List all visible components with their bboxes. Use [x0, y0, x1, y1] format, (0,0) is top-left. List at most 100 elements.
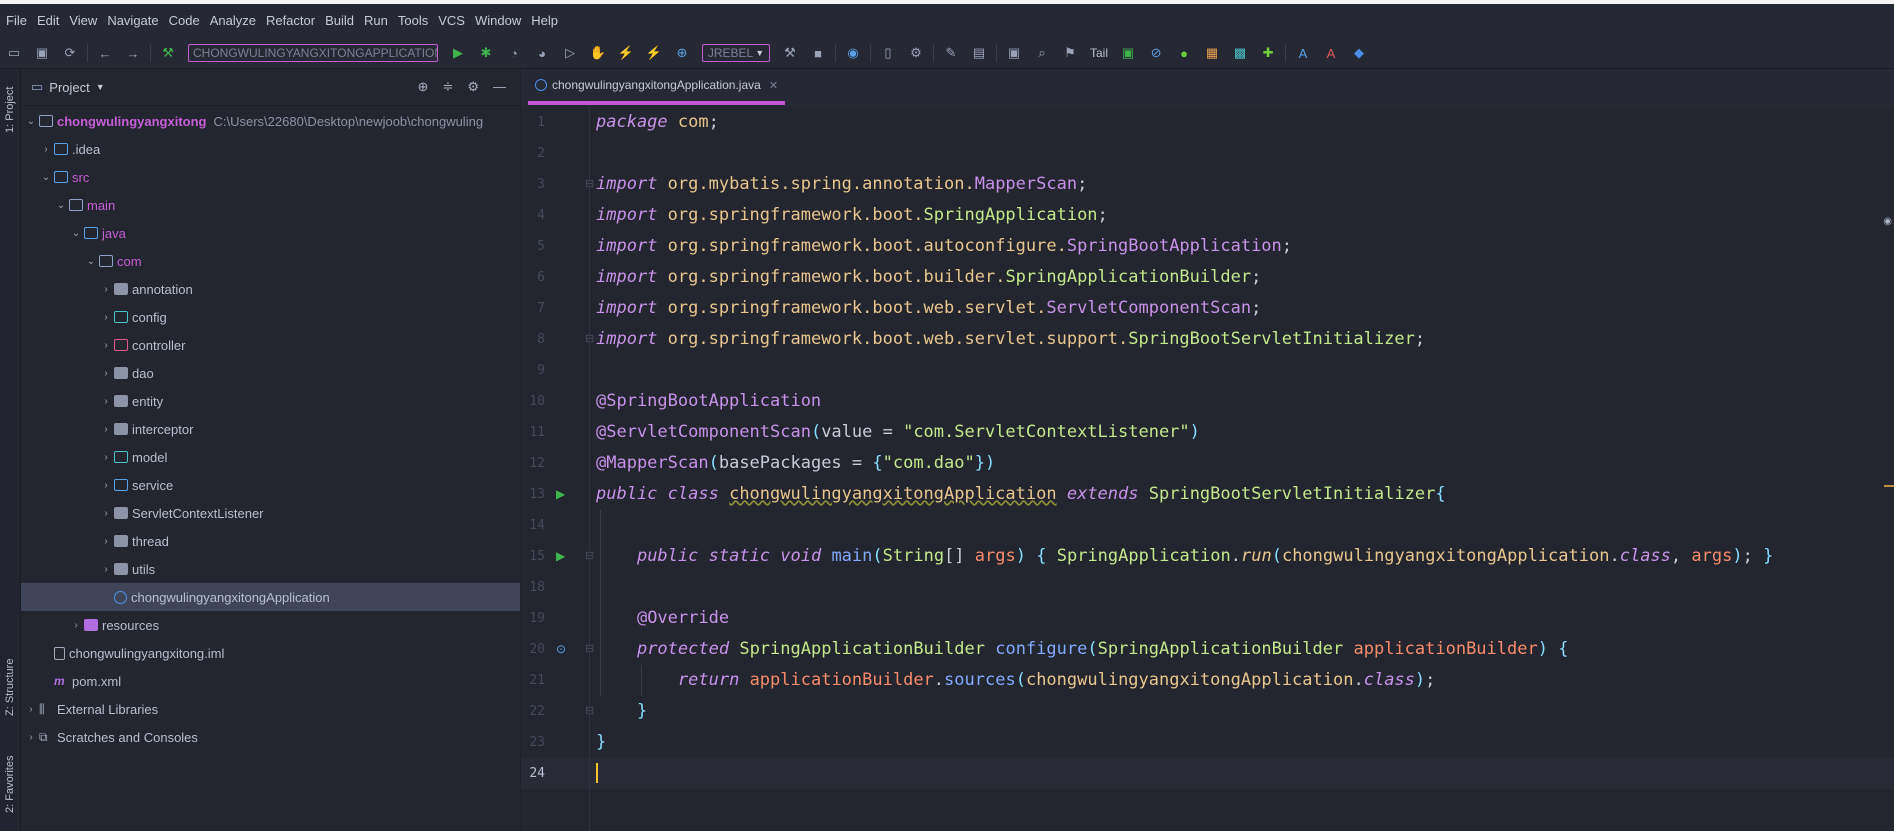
jrebel-panel-icon[interactable]: ◉	[842, 42, 864, 64]
project-tool-tab[interactable]: 1: Project	[0, 75, 20, 145]
chevron-right-icon[interactable]: ›	[100, 452, 112, 463]
tree-item[interactable]: › entity	[21, 387, 520, 415]
coverage-icon[interactable]: ◔	[503, 42, 525, 64]
power-save-icon[interactable]: ⊘	[1145, 42, 1167, 64]
tree-item[interactable]: chongwulingyangxitong.iml	[21, 639, 520, 667]
structure-tool-tab[interactable]: Z: Structure	[0, 642, 20, 732]
code-line[interactable]: }	[596, 696, 647, 727]
code-line[interactable]: import org.springframework.boot.autoconf…	[596, 231, 1292, 262]
menu-run[interactable]: Run	[358, 4, 392, 38]
close-icon[interactable]: ✕	[769, 79, 778, 92]
menu-edit[interactable]: Edit	[31, 4, 63, 38]
chevron-right-icon[interactable]: ›	[25, 704, 37, 715]
build-hammer-icon[interactable]: ⚒	[157, 42, 179, 64]
scrollbar-marker[interactable]	[1884, 485, 1894, 487]
tree-item[interactable]: › ⧉ Scratches and Consoles	[21, 723, 520, 751]
chevron-right-icon[interactable]: ›	[40, 144, 52, 155]
chevron-down-icon[interactable]: ⌄	[40, 172, 52, 183]
record-icon[interactable]: ●	[1173, 42, 1195, 64]
sync-icon[interactable]: ⟳	[59, 42, 81, 64]
code-line[interactable]: import org.springframework.boot.web.serv…	[596, 293, 1261, 324]
tree-item[interactable]: › dao	[21, 359, 520, 387]
gear-icon[interactable]: ⚙	[467, 79, 479, 95]
translate-icon[interactable]: A	[1292, 42, 1314, 64]
menu-refactor[interactable]: Refactor	[260, 4, 319, 38]
jrebel-debug-icon[interactable]: ⚡	[643, 42, 665, 64]
tail-button[interactable]: Tail	[1090, 46, 1108, 60]
tree-item[interactable]: › service	[21, 471, 520, 499]
code-line[interactable]: import org.springframework.boot.builder.…	[596, 262, 1261, 293]
code-line[interactable]: @MapperScan(basePackages = {"com.dao"})	[596, 448, 995, 479]
chevron-right-icon[interactable]: ›	[100, 508, 112, 519]
code-line[interactable]: @ServletComponentScan(value = "com.Servl…	[596, 417, 1200, 448]
menu-vcs[interactable]: VCS	[432, 4, 469, 38]
favorites-tool-tab[interactable]: 2: Favorites	[0, 739, 20, 829]
run-gutter-icon[interactable]: ▶	[556, 541, 565, 572]
chevron-right-icon[interactable]: ›	[70, 620, 82, 631]
tree-item[interactable]: › controller	[21, 331, 520, 359]
update-icon[interactable]: ⊕	[671, 42, 693, 64]
jrebel-select[interactable]: JREBEL ▼	[702, 44, 770, 62]
collapse-all-icon[interactable]: ≑	[442, 79, 453, 95]
run-dropdown-icon[interactable]: ▷	[559, 42, 581, 64]
editor-tab-active[interactable]: chongwulingyangxitongApplication.java ✕	[528, 69, 786, 105]
run-configuration-select[interactable]: CHONGWULINGYANGXITONGAPPLICATION ▼	[188, 44, 438, 62]
tree-item[interactable]: › annotation	[21, 275, 520, 303]
reader-mode-icon[interactable]: ◉	[1883, 216, 1892, 227]
wrench-icon[interactable]: ✎	[940, 42, 962, 64]
tree-item[interactable]: › ServletContextListener	[21, 499, 520, 527]
menu-tools[interactable]: Tools	[392, 4, 432, 38]
locate-icon[interactable]: ⊕	[418, 79, 429, 95]
chevron-right-icon[interactable]: ›	[100, 312, 112, 323]
chevron-right-icon[interactable]: ›	[100, 396, 112, 407]
device-icon[interactable]: ▯	[877, 42, 899, 64]
run-gutter-icon[interactable]: ▶	[556, 479, 565, 510]
forward-arrow-icon[interactable]: →	[122, 42, 144, 64]
tree-item[interactable]: chongwulingyangxitongApplication	[21, 583, 520, 611]
chevron-down-icon[interactable]: ⌄	[55, 200, 67, 211]
tree-item[interactable]: › resources	[21, 611, 520, 639]
debug-icon[interactable]: ✱	[475, 42, 497, 64]
palette-icon[interactable]: ▦	[1201, 42, 1223, 64]
code-area[interactable]: package com; import org.mybatis.spring.an…	[596, 107, 1894, 831]
menu-analyze[interactable]: Analyze	[204, 4, 260, 38]
tree-item[interactable]: › .idea	[21, 135, 520, 163]
search-icon[interactable]: ⌕	[1031, 42, 1053, 64]
tree-item[interactable]: › utils	[21, 555, 520, 583]
code-line[interactable]: public class chongwulingyangxitongApplic…	[596, 479, 1446, 510]
vcs-icon[interactable]: ⚑	[1059, 42, 1081, 64]
hammer-icon[interactable]: ⚒	[779, 42, 801, 64]
code-line[interactable]: @SpringBootApplication	[596, 386, 821, 417]
chevron-right-icon[interactable]: ›	[100, 340, 112, 351]
plugin-icon[interactable]: ✚	[1257, 42, 1279, 64]
save-icon[interactable]: ▣	[31, 42, 53, 64]
stop-icon[interactable]: ■	[807, 42, 829, 64]
menu-view[interactable]: View	[63, 4, 101, 38]
chevron-right-icon[interactable]: ›	[25, 732, 37, 743]
run-icon[interactable]: ▶	[447, 42, 469, 64]
code-editor[interactable]: 123⊟45678⊟910111213▶1415▶⊟181920⊙⊟2122⊟2…	[521, 107, 1894, 831]
heap-icon[interactable]: ▣	[1117, 42, 1139, 64]
app-logo-icon[interactable]: ◆	[1348, 42, 1370, 64]
tree-item[interactable]: › ⫼ External Libraries	[21, 695, 520, 723]
code-line[interactable]: @Override	[596, 603, 729, 634]
tree-item[interactable]: › thread	[21, 527, 520, 555]
code-line[interactable]: import org.springframework.boot.SpringAp…	[596, 200, 1108, 231]
tree-item[interactable]: ⌄ com	[21, 247, 520, 275]
code-line[interactable]: return applicationBuilder.sources(chongw…	[596, 665, 1436, 696]
tree-item[interactable]: m pom.xml	[21, 667, 520, 695]
sdk-icon[interactable]: ⚙	[905, 42, 927, 64]
project-panel-title[interactable]: Project	[49, 80, 89, 95]
layout-icon[interactable]: ▩	[1229, 42, 1251, 64]
back-arrow-icon[interactable]: ←	[94, 42, 116, 64]
menu-code[interactable]: Code	[163, 4, 204, 38]
chevron-right-icon[interactable]: ›	[100, 424, 112, 435]
menu-file[interactable]: File	[0, 4, 31, 38]
code-line[interactable]: package com;	[596, 107, 719, 138]
tree-item[interactable]: › model	[21, 443, 520, 471]
chevron-down-icon[interactable]: ⌄	[85, 256, 97, 267]
profile-icon[interactable]: ◕	[531, 42, 553, 64]
jrebel-run-icon[interactable]: ⚡	[615, 42, 637, 64]
override-gutter-icon[interactable]: ⊙	[556, 634, 566, 665]
chevron-down-icon[interactable]: ▼	[96, 82, 105, 92]
